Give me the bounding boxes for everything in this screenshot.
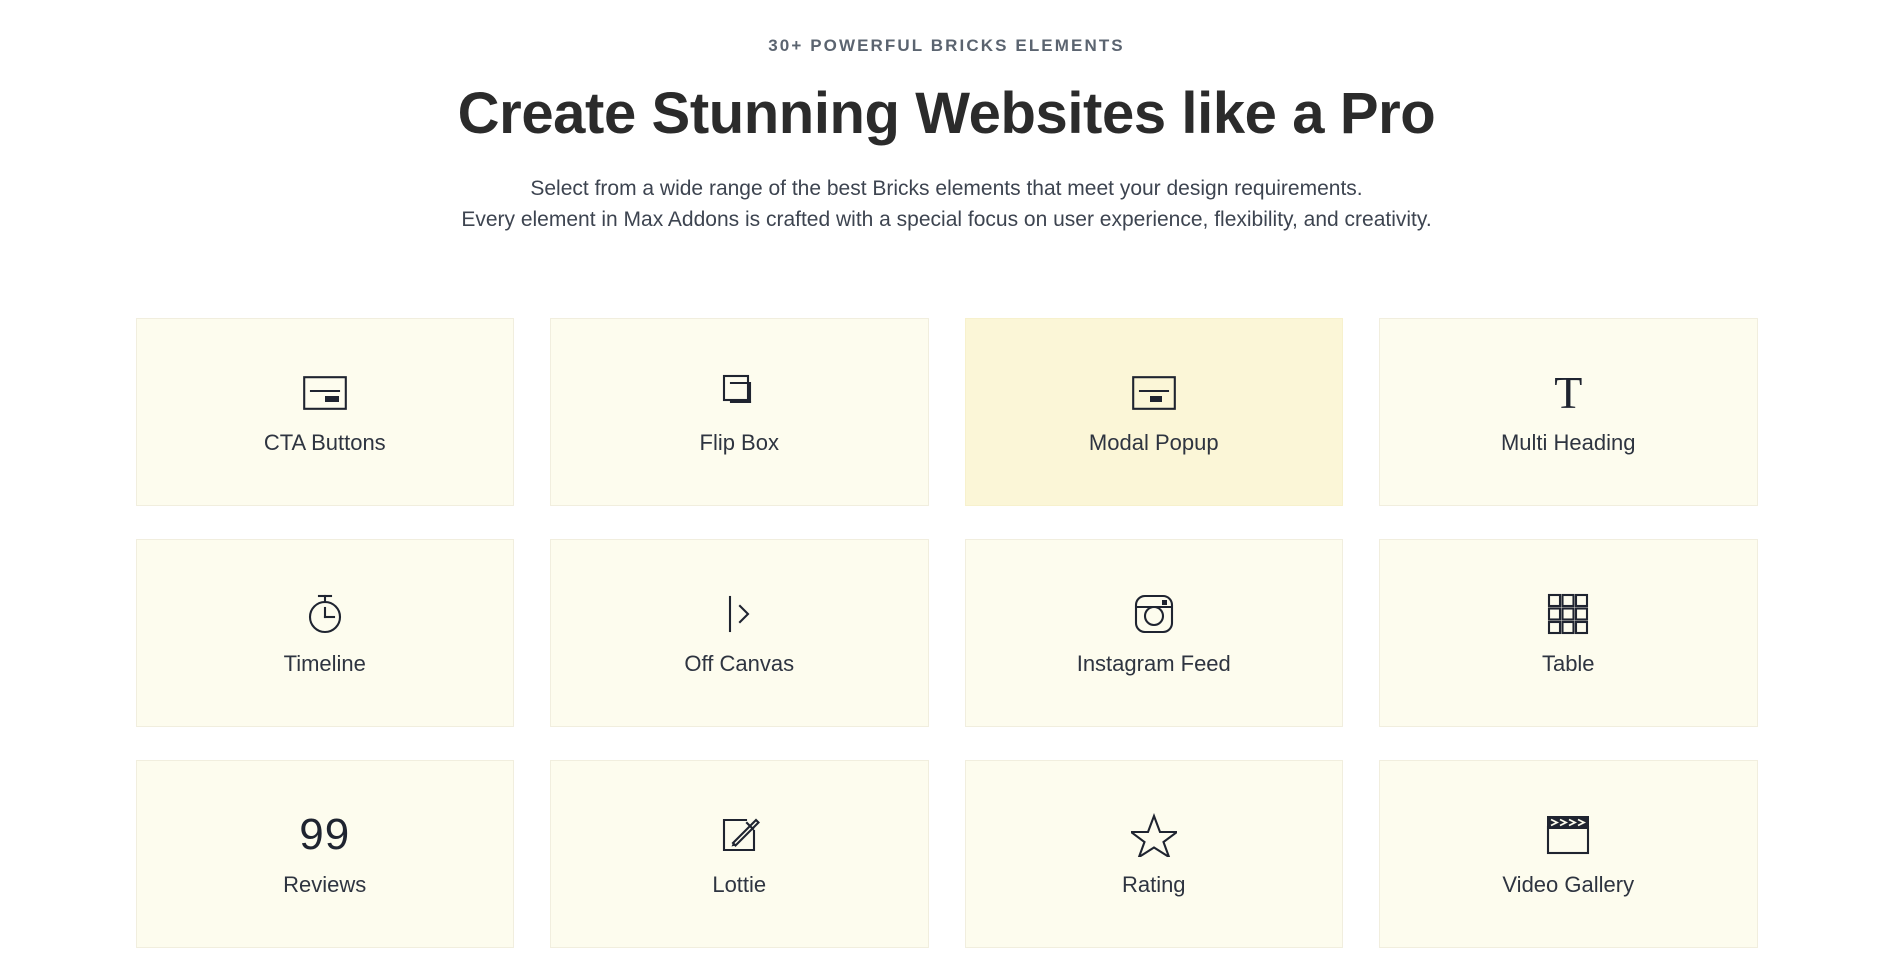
element-card-timeline[interactable]: Timeline — [135, 539, 514, 727]
elements-showcase-page: 30+ Powerful Bricks Elements Create Stun… — [0, 0, 1893, 974]
stopwatch-icon — [303, 588, 347, 640]
element-card-reviews[interactable]: 99 Reviews — [135, 760, 514, 948]
element-card-label: Rating — [1121, 871, 1186, 897]
element-card-label: Table — [1541, 650, 1595, 676]
clapperboard-icon — [1546, 809, 1590, 861]
modal-popup-icon — [1131, 367, 1176, 419]
pencil-square-icon — [717, 809, 761, 861]
element-card-label: Reviews — [283, 871, 367, 897]
element-card-label: Lottie — [712, 871, 767, 897]
element-card-instagram-feed[interactable]: Instagram Feed — [964, 539, 1343, 727]
elements-grid-wrapper: CTA Buttons Flip Box Modal Popup T Multi Hea… — [0, 318, 1893, 948]
instagram-icon — [1132, 588, 1176, 640]
element-card-label: Instagram Feed — [1076, 650, 1231, 676]
cta-button-icon — [302, 367, 347, 419]
element-card-multi-heading[interactable]: T Multi Heading — [1379, 318, 1758, 506]
element-card-label: Modal Popup — [1088, 429, 1219, 455]
multi-heading-icon: T — [1554, 366, 1583, 418]
element-card-label: Flip Box — [699, 429, 779, 455]
section-eyebrow: 30+ Powerful Bricks Elements — [768, 36, 1125, 55]
table-grid-icon — [1547, 588, 1589, 640]
element-card-off-canvas[interactable]: Off Canvas — [550, 539, 929, 727]
hero-section: 30+ Powerful Bricks Elements Create Stun… — [0, 0, 1893, 236]
element-card-cta-buttons[interactable]: CTA Buttons — [135, 318, 514, 506]
element-card-rating[interactable]: Rating — [964, 760, 1343, 948]
element-card-label: Video Gallery — [1502, 871, 1635, 897]
page-title: Create Stunning Websites like a Pro — [457, 81, 1436, 147]
description-line-1: Select from a wide range of the best Bri… — [530, 177, 1363, 201]
element-card-label: Off Canvas — [684, 650, 795, 676]
element-card-flip-box[interactable]: Flip Box — [550, 318, 929, 506]
element-card-table[interactable]: Table — [1379, 539, 1758, 727]
section-description: Select from a wide range of the best Bri… — [0, 173, 1893, 235]
description-line-2: Every element in Max Addons is crafted w… — [461, 208, 1432, 232]
off-canvas-icon — [719, 588, 759, 640]
elements-grid: CTA Buttons Flip Box Modal Popup T Multi Hea… — [135, 318, 1758, 948]
element-card-label: Timeline — [283, 650, 366, 676]
element-card-label: Multi Heading — [1500, 429, 1636, 455]
flip-box-icon — [717, 367, 761, 419]
star-outline-icon — [1130, 809, 1177, 861]
element-card-lottie[interactable]: Lottie — [550, 760, 929, 948]
element-card-label: CTA Buttons — [263, 429, 386, 455]
element-card-modal-popup[interactable]: Modal Popup — [964, 318, 1343, 506]
element-card-video-gallery[interactable]: Video Gallery — [1379, 760, 1758, 948]
quote-99-icon: 99 — [299, 809, 351, 859]
